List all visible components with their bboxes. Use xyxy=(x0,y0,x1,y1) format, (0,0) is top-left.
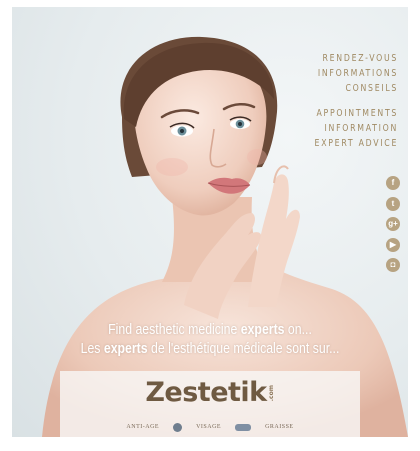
partner-logo-icon xyxy=(173,422,183,432)
twitter-icon[interactable]: t xyxy=(386,196,400,211)
advertisement-banner[interactable]: RENDEZ-VOUS INFORMATIONS CONSEILS APPOIN… xyxy=(12,7,408,437)
instagram-icon[interactable]: ◘ xyxy=(386,258,400,272)
strip-label-visage: VISAGE xyxy=(196,424,222,430)
tagline-en-part: Find aesthetic medicine xyxy=(108,321,241,338)
google-plus-icon[interactable]: g+ xyxy=(386,217,400,231)
strip-label-graisse: GRAISSE xyxy=(265,424,294,430)
youtube-icon[interactable]: ▶ xyxy=(386,237,400,252)
social-links: f t g+ ▶ ◘ xyxy=(386,176,400,279)
tagline-fr-bold: experts xyxy=(103,340,148,357)
partner-strip: ANTI-AGE VISAGE GRAISSE xyxy=(60,417,360,437)
text-information: INFORMATION xyxy=(324,123,398,134)
logo-suffix: .com xyxy=(267,385,275,402)
tagline-en-part: on... xyxy=(284,321,312,338)
partner-logo-icon xyxy=(235,423,252,431)
services-text: RENDEZ-VOUS INFORMATIONS CONSEILS APPOIN… xyxy=(314,51,398,151)
zestetik-logo[interactable]: Zestetik.com xyxy=(60,377,360,408)
tagline-en-bold: experts xyxy=(240,321,285,338)
text-expert-advice: EXPERT ADVICE xyxy=(314,138,398,149)
tagline-fr-part: Les xyxy=(80,340,104,357)
logo-panel[interactable]: Zestetik.com xyxy=(60,371,360,417)
tagline-french: Les experts de l'esthétique médicale son… xyxy=(48,340,373,357)
text-conseils: CONSEILS xyxy=(345,83,398,94)
strip-label-anti-age: ANTI-AGE xyxy=(126,424,160,430)
logo-wordmark: Zestetik xyxy=(145,377,267,408)
tagline-fr-part: de l'esthétique médicale sont sur... xyxy=(147,340,340,357)
facebook-icon[interactable]: f xyxy=(386,176,400,190)
text-rendez-vous: RENDEZ-VOUS xyxy=(322,53,398,64)
tagline-english: Find aesthetic medicine experts on... xyxy=(48,321,373,338)
text-appointments: APPOINTMENTS xyxy=(316,108,398,119)
text-informations: INFORMATIONS xyxy=(317,68,398,79)
